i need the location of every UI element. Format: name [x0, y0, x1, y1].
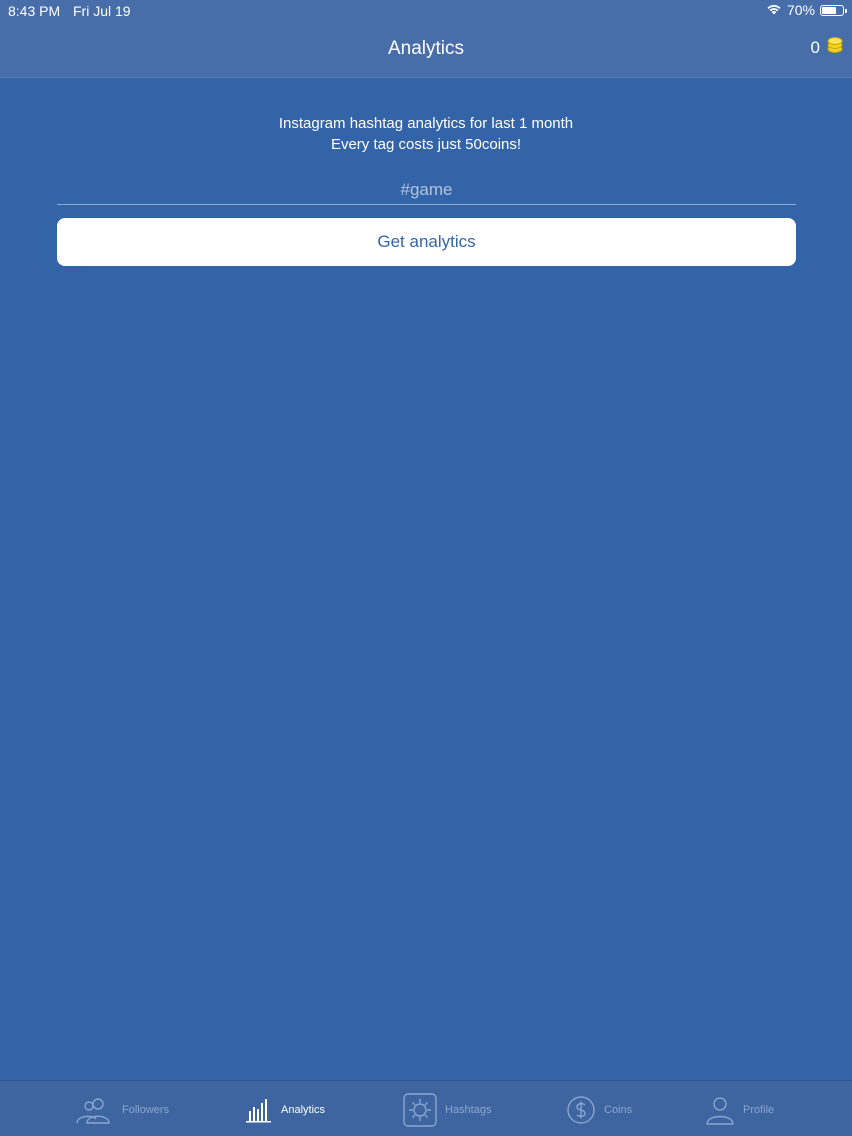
tab-bar: Followers Analytics Hashtags Coins Profi…	[0, 1080, 852, 1136]
coins-stack-icon	[826, 36, 844, 59]
coin-balance[interactable]: 0	[811, 36, 844, 59]
description-line-1: Instagram hashtag analytics for last 1 m…	[278, 115, 574, 132]
profile-icon	[705, 1095, 735, 1125]
wifi-icon	[766, 2, 782, 18]
tab-profile[interactable]: Profile	[705, 1095, 774, 1125]
status-date: Fri Jul 19	[73, 3, 131, 19]
followers-icon	[74, 1096, 114, 1124]
tab-coins[interactable]: Coins	[566, 1095, 632, 1125]
battery-tip	[845, 8, 847, 13]
battery-icon	[820, 4, 847, 16]
navigation-bar: Analytics 0	[0, 22, 852, 78]
battery-percent: 70%	[786, 2, 815, 18]
tab-label-hashtags: Hashtags	[445, 1104, 492, 1116]
analytics-description: Instagram hashtag analytics for last 1 m…	[0, 113, 852, 155]
description-line-2: Every tag costs just 50coins!	[330, 136, 522, 153]
status-time: 8:43 PM	[8, 3, 61, 19]
tab-followers[interactable]: Followers	[74, 1095, 169, 1125]
page-title: Analytics	[387, 38, 465, 59]
status-bar: 8:43 PM Fri Jul 19 70%	[0, 0, 852, 22]
tab-label-profile: Profile	[743, 1104, 775, 1116]
analytics-icon	[245, 1097, 273, 1123]
coins-icon	[566, 1095, 596, 1125]
hashtags-icon	[403, 1093, 437, 1127]
status-indicators: 70%	[766, 2, 847, 18]
tab-hashtags[interactable]: Hashtags	[403, 1093, 492, 1127]
battery-level	[822, 6, 836, 14]
tab-analytics[interactable]: Analytics	[245, 1095, 325, 1125]
get-analytics-button[interactable]: Get analytics	[57, 218, 796, 266]
tab-label-followers: Followers	[122, 1104, 170, 1116]
hashtag-input[interactable]	[57, 176, 796, 205]
tab-label-coins: Coins	[604, 1104, 633, 1116]
tab-label-analytics: Analytics	[281, 1104, 326, 1116]
coin-count: 0	[810, 37, 820, 57]
